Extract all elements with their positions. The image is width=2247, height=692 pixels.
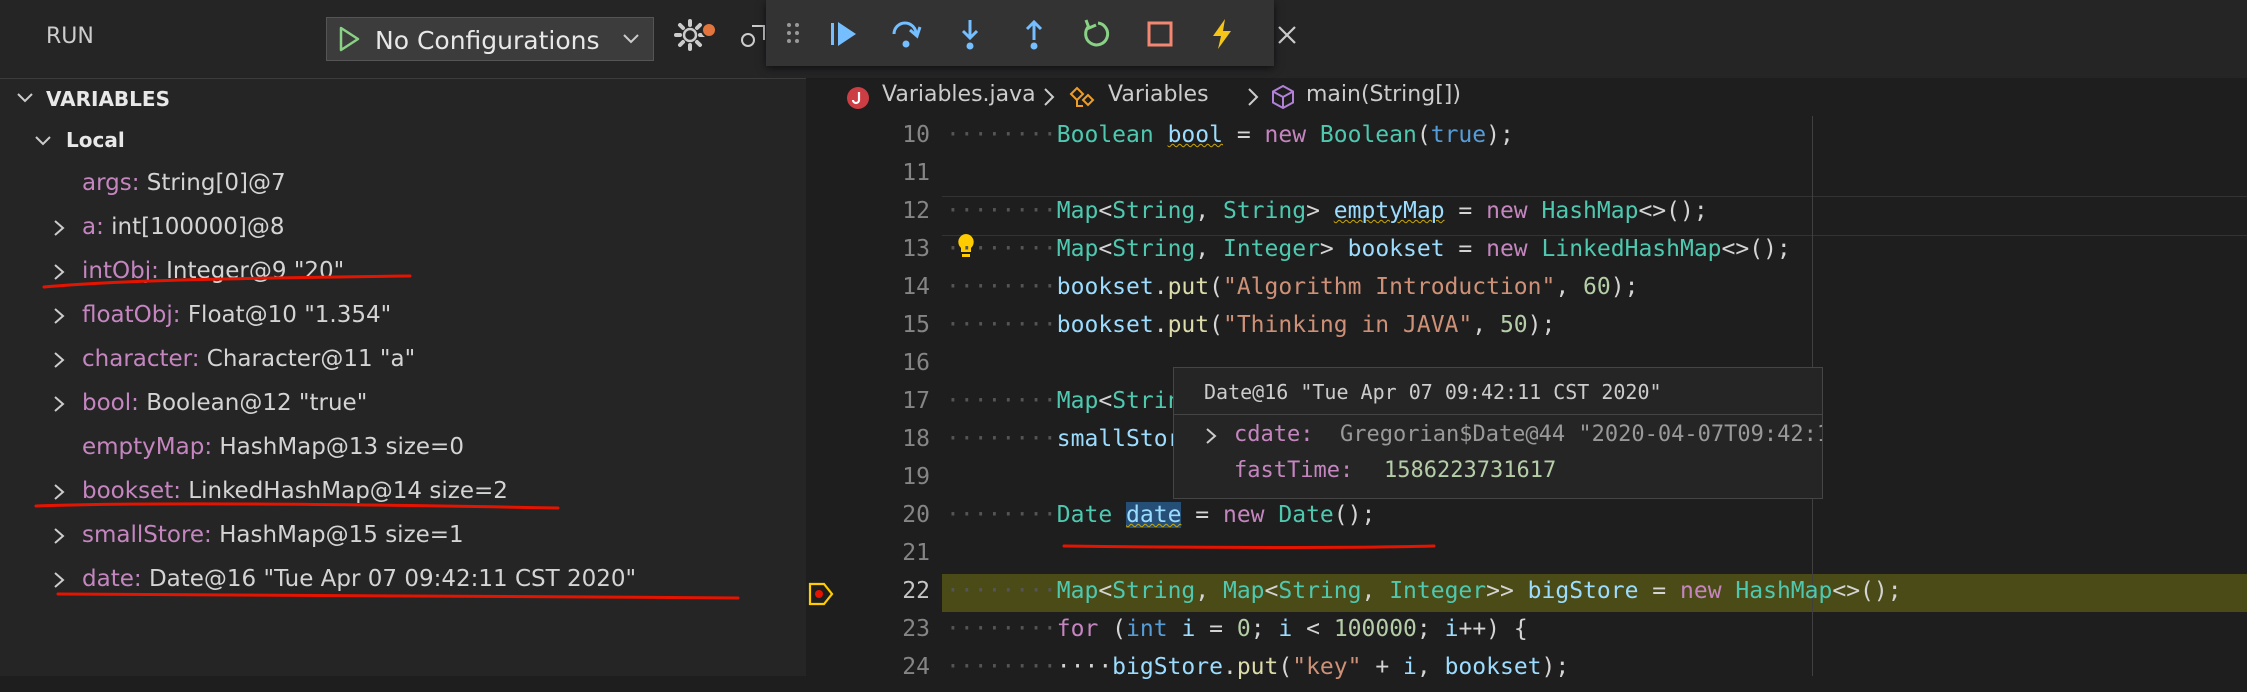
debug-toolbar — [766, 0, 1274, 66]
step-over-icon[interactable] — [888, 16, 924, 52]
restart-icon[interactable] — [1080, 16, 1116, 52]
annotation-underlines — [34, 274, 740, 600]
hover-divider — [1174, 414, 1822, 415]
debug-sidebar: RUN No Configurations VARIABLES Local ar… — [0, 0, 806, 676]
hover-var-name: fastTime: — [1234, 458, 1354, 483]
hover-var-value: Gregorian$Date@44 "2020-04-07T09:42:11.6… — [1340, 422, 1822, 447]
step-out-icon[interactable] — [1016, 16, 1052, 52]
chevron-right-icon[interactable] — [1204, 426, 1218, 452]
hover-var-name: cdate: — [1234, 422, 1314, 447]
stop-icon[interactable] — [1142, 16, 1178, 52]
annotation-underline — [1062, 544, 1436, 549]
drag-handle-icon[interactable] — [786, 22, 800, 48]
hover-var-value: 1586223731617 — [1384, 458, 1557, 483]
hot-code-replace-icon[interactable] — [1204, 16, 1240, 52]
hover-header: Date@16 "Tue Apr 07 09:42:11 CST 2020" — [1204, 380, 1662, 404]
step-into-icon[interactable] — [952, 16, 988, 52]
continue-icon[interactable] — [826, 16, 862, 52]
code-editor: n Variables.java Variables main(String[]… — [806, 0, 2247, 680]
debug-hover-widget: Date@16 "Tue Apr 07 09:42:11 CST 2020" c… — [1173, 367, 1823, 499]
